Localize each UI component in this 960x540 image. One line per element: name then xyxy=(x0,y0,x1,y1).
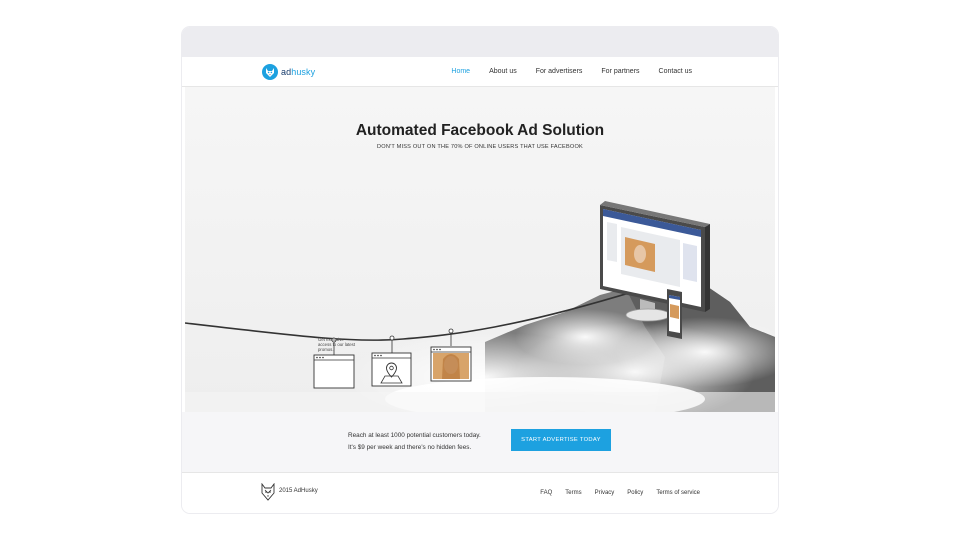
footer-copyright: 2015 AdHusky xyxy=(279,488,318,494)
cta-section: Reach at least 1000 potential customers … xyxy=(182,412,778,473)
hero-subtitle: DON'T MISS OUT ON THE 70% OF ONLINE USER… xyxy=(377,144,583,150)
husky-icon xyxy=(261,483,275,501)
footer-link-terms-of-service[interactable]: Terms of service xyxy=(656,490,700,496)
footer-link-privacy[interactable]: Privacy xyxy=(595,490,615,496)
footer-link-faq[interactable]: FAQ xyxy=(540,490,552,496)
hero-section: Automated Facebook Ad Solution DON'T MIS… xyxy=(185,87,775,412)
cloud-base xyxy=(185,392,775,412)
footer-link-policy[interactable]: Policy xyxy=(627,490,643,496)
footer-link-terms[interactable]: Terms xyxy=(565,490,581,496)
hero-title: Automated Facebook Ad Solution xyxy=(355,122,605,139)
nav-home[interactable]: Home xyxy=(451,68,470,75)
logo-suffix: husky xyxy=(291,66,316,77)
footer: 2015 AdHusky FAQ Terms Privacy Policy Te… xyxy=(182,473,778,513)
footer-nav: FAQ Terms Privacy Policy Terms of servic… xyxy=(540,473,700,513)
browser-frame: adhusky Home About us For advertisers Fo… xyxy=(182,27,778,513)
logo-prefix: ad xyxy=(281,66,292,77)
husky-icon xyxy=(262,63,278,80)
cta-text: Reach at least 1000 potential customers … xyxy=(348,430,481,453)
adhusky-logo[interactable]: adhusky xyxy=(262,63,315,80)
nav-for-advertisers[interactable]: For advertisers xyxy=(536,68,583,75)
clip xyxy=(448,328,454,334)
nav-about-us[interactable]: About us xyxy=(489,68,517,75)
browser-top-bar xyxy=(182,27,778,57)
clip xyxy=(389,335,395,341)
logo-wordmark: adhusky xyxy=(281,67,315,77)
start-advertise-button[interactable]: START ADVERTISE TODAY xyxy=(511,429,611,451)
top-navbar: adhusky Home About us For advertisers Fo… xyxy=(182,57,778,87)
main-nav: Home About us For advertisers For partne… xyxy=(451,57,692,86)
cta-line-2: It's $9 per week and there's no hidden f… xyxy=(348,443,472,451)
nav-contact-us[interactable]: Contact us xyxy=(659,68,692,75)
nav-for-partners[interactable]: For partners xyxy=(601,68,639,75)
cta-line-1: Reach at least 1000 potential customers … xyxy=(348,432,481,439)
phone-illustration xyxy=(667,289,682,339)
promo-card-text: Get exclusive access to our latest promo… xyxy=(318,337,356,352)
